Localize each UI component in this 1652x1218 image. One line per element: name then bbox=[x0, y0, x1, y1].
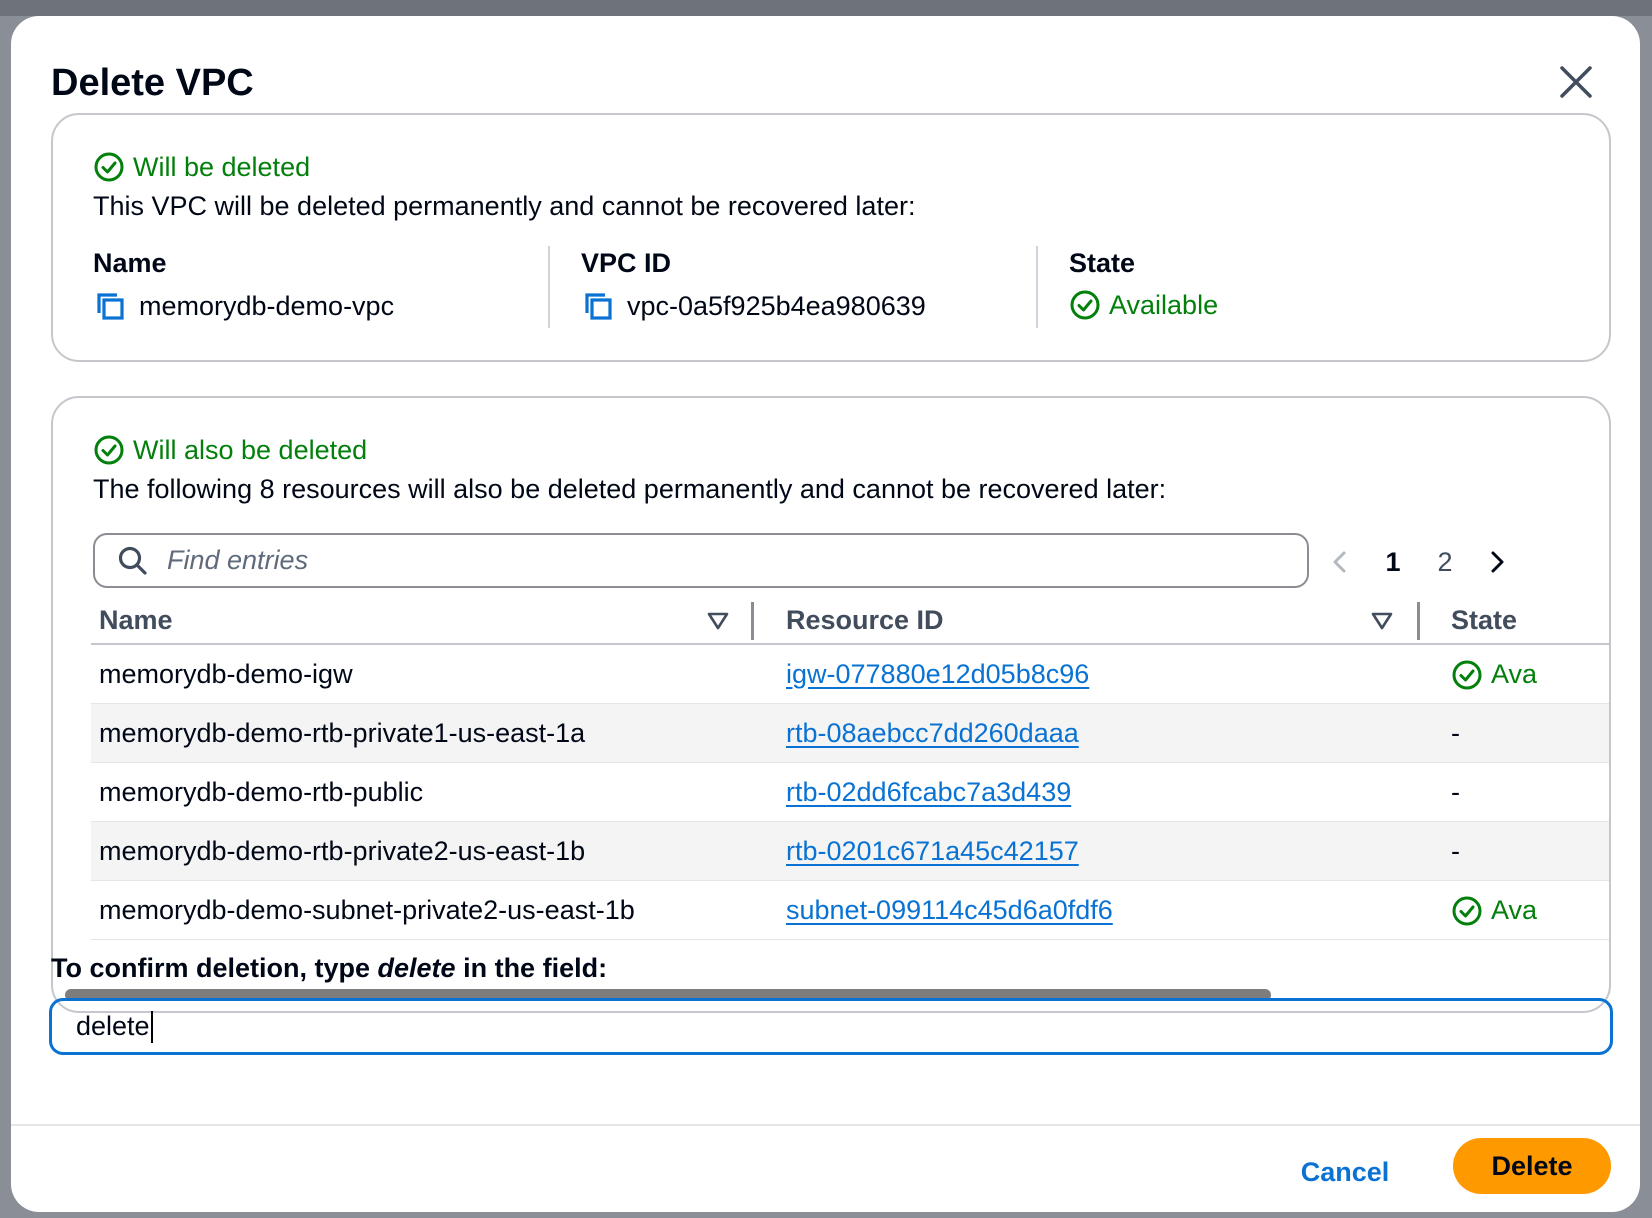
row-resource-id: rtb-08aebcc7dd260daaa bbox=[786, 704, 1079, 763]
vpc-name-field: Name memorydb-demo-vpc bbox=[93, 248, 394, 328]
close-button[interactable] bbox=[1552, 58, 1600, 106]
will-also-be-deleted-status: Will also be deleted bbox=[93, 434, 367, 466]
column-header-resource-id[interactable]: Resource ID bbox=[786, 598, 944, 643]
footer-divider bbox=[11, 1124, 1640, 1126]
name-label: Name bbox=[93, 248, 167, 278]
name-value-row: memorydb-demo-vpc bbox=[93, 289, 394, 323]
table-row: memorydb-demo-subnet-private2-us-east-1b… bbox=[91, 881, 1609, 940]
row-state: Ava bbox=[1451, 645, 1537, 704]
status-text: Will also be deleted bbox=[133, 434, 368, 465]
search-input[interactable] bbox=[167, 545, 1267, 576]
status-text: Will be deleted bbox=[133, 151, 311, 182]
confirm-input-value: delete bbox=[76, 1011, 150, 1041]
vpc-description: This VPC will be deleted permanently and… bbox=[93, 191, 916, 221]
confirm-delete-input[interactable]: delete bbox=[49, 998, 1613, 1055]
state-text: Ava bbox=[1491, 659, 1538, 689]
page-2-button[interactable]: 2 bbox=[1419, 547, 1471, 578]
will-be-deleted-status: Will be deleted bbox=[93, 151, 310, 183]
table-row: memorydb-demo-rtb-private2-us-east-1b rt… bbox=[91, 822, 1609, 881]
resource-id-link[interactable]: rtb-0201c671a45c42157 bbox=[786, 836, 1079, 867]
vpc-id-value: vpc-0a5f925b4ea980639 bbox=[627, 290, 926, 321]
delete-vpc-dialog: Delete VPC Will be deleted This VPC will… bbox=[11, 16, 1640, 1212]
confirm-label: To confirm deletion, type delete in the … bbox=[51, 953, 607, 984]
text-caret bbox=[150, 1010, 153, 1043]
row-name: memorydb-demo-rtb-private1-us-east-1a bbox=[99, 718, 586, 748]
confirm-label-text: To confirm deletion, type bbox=[51, 953, 378, 983]
row-state: - bbox=[1451, 836, 1460, 866]
row-resource-id: subnet-099114c45d6a0fdf6 bbox=[786, 881, 1113, 940]
success-check-icon bbox=[1452, 660, 1482, 689]
resources-description: The following 8 resources will also be d… bbox=[93, 474, 1167, 504]
resource-id-link[interactable]: rtb-08aebcc7dd260daaa bbox=[786, 718, 1079, 749]
chevron-right-icon bbox=[1491, 551, 1504, 573]
sort-down-icon[interactable] bbox=[1369, 608, 1395, 634]
cancel-button[interactable]: Cancel bbox=[1297, 1147, 1393, 1197]
dialog-title: Delete VPC bbox=[51, 62, 254, 104]
row-resource-id: rtb-02dd6fcabc7a3d439 bbox=[786, 763, 1071, 822]
table-row: memorydb-demo-igw igw-077880e12d05b8c96 … bbox=[91, 645, 1609, 704]
success-check-icon bbox=[1452, 896, 1482, 925]
vpc-id-value-row: vpc-0a5f925b4ea980639 bbox=[581, 289, 926, 323]
resource-id-link[interactable]: subnet-099114c45d6a0fdf6 bbox=[786, 895, 1113, 926]
state-label: State bbox=[1069, 248, 1136, 278]
column-resizer[interactable] bbox=[751, 602, 754, 640]
chevron-left-icon bbox=[1333, 551, 1346, 573]
resources-table: Name Resource ID State memorydb-demo-igw… bbox=[91, 598, 1609, 940]
table-header: Name Resource ID State bbox=[91, 598, 1609, 645]
state-value-row: Available bbox=[1069, 289, 1218, 321]
row-name: memorydb-demo-subnet-private2-us-east-1b bbox=[99, 895, 635, 925]
vpc-id-label: VPC ID bbox=[581, 248, 672, 278]
column-divider bbox=[1036, 246, 1038, 328]
resource-id-link[interactable]: rtb-02dd6fcabc7a3d439 bbox=[786, 777, 1071, 808]
copy-icon[interactable] bbox=[93, 289, 127, 323]
search-icon bbox=[118, 546, 147, 575]
vpc-state-field: State Available bbox=[1069, 248, 1218, 328]
previous-page-button[interactable] bbox=[1315, 536, 1367, 588]
row-name: memorydb-demo-rtb-private2-us-east-1b bbox=[99, 836, 586, 866]
table-row: memorydb-demo-rtb-private1-us-east-1a rt… bbox=[91, 704, 1609, 763]
confirm-keyword: delete bbox=[377, 953, 456, 983]
copy-icon[interactable] bbox=[581, 289, 615, 323]
table-row: memorydb-demo-rtb-public rtb-02dd6fcabc7… bbox=[91, 763, 1609, 822]
row-state: - bbox=[1451, 777, 1460, 807]
resource-id-link[interactable]: igw-077880e12d05b8c96 bbox=[786, 659, 1089, 690]
close-icon bbox=[1560, 66, 1592, 98]
confirm-label-text-end: in the field: bbox=[455, 953, 608, 983]
next-page-button[interactable] bbox=[1471, 536, 1523, 588]
column-header-name[interactable]: Name bbox=[99, 598, 173, 643]
column-resizer[interactable] bbox=[1417, 602, 1420, 640]
row-state: - bbox=[1451, 718, 1460, 748]
row-name: memorydb-demo-igw bbox=[99, 659, 353, 689]
state-text: Ava bbox=[1491, 895, 1538, 925]
delete-button[interactable]: Delete bbox=[1453, 1138, 1611, 1194]
name-value: memorydb-demo-vpc bbox=[139, 290, 395, 321]
column-header-state[interactable]: State bbox=[1451, 598, 1517, 643]
state-value: Available bbox=[1109, 289, 1219, 320]
row-resource-id: rtb-0201c671a45c42157 bbox=[786, 822, 1079, 881]
dialog-header: Delete VPC bbox=[51, 46, 1600, 106]
sort-down-icon[interactable] bbox=[705, 608, 731, 634]
vpc-summary-card: Will be deleted This VPC will be deleted… bbox=[51, 113, 1611, 362]
search-box bbox=[93, 533, 1309, 588]
row-name: memorydb-demo-rtb-public bbox=[99, 777, 424, 807]
resources-card: Will also be deleted The following 8 res… bbox=[51, 396, 1611, 1013]
success-check-icon bbox=[94, 435, 124, 465]
column-divider bbox=[548, 246, 550, 328]
page-1-button[interactable]: 1 bbox=[1367, 547, 1419, 578]
row-resource-id: igw-077880e12d05b8c96 bbox=[786, 645, 1089, 704]
row-state: Ava bbox=[1451, 881, 1537, 940]
vpc-id-field: VPC ID vpc-0a5f925b4ea980639 bbox=[581, 248, 926, 328]
pagination: 1 2 bbox=[1315, 536, 1523, 588]
success-check-icon bbox=[94, 152, 124, 182]
success-check-icon bbox=[1070, 290, 1100, 320]
